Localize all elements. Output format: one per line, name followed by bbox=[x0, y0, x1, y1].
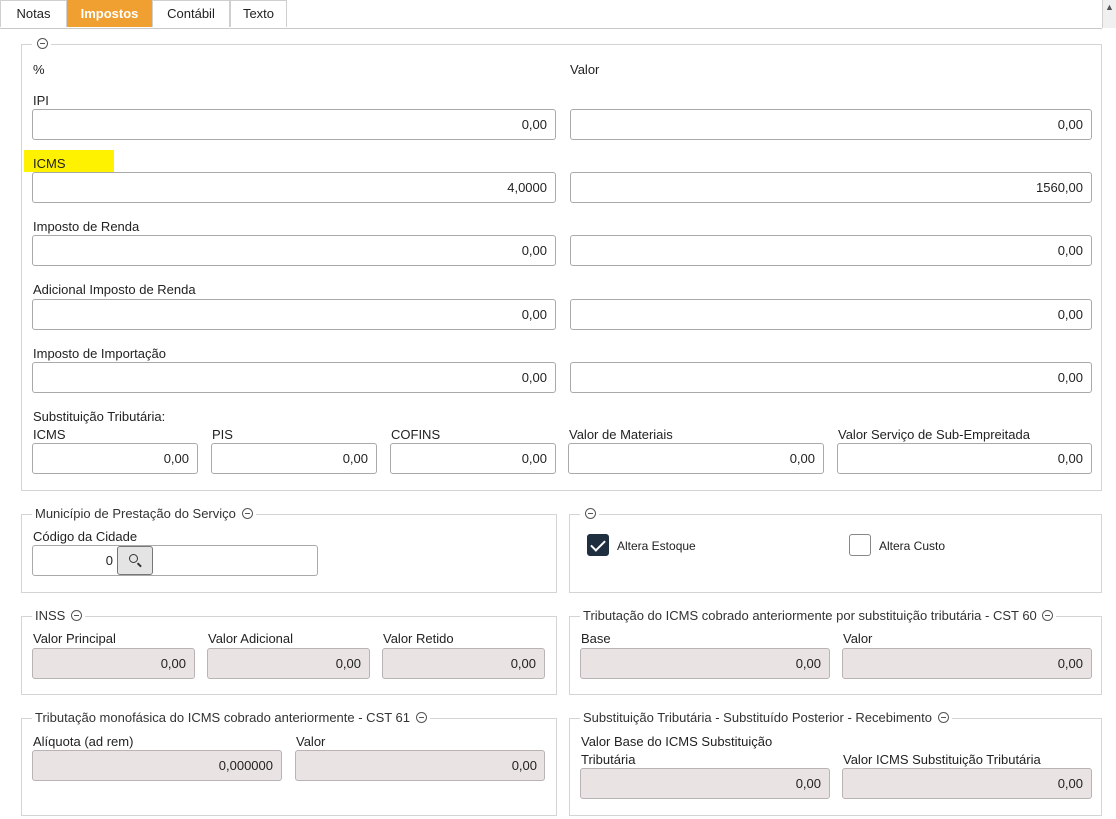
collapse-icon[interactable] bbox=[1042, 610, 1054, 621]
inss-principal-label: Valor Principal bbox=[33, 631, 116, 646]
inss-retido-field: 0,00 bbox=[382, 648, 545, 679]
cst61-legend: Tributação monofásica do ICMS cobrado an… bbox=[32, 709, 430, 727]
subst-icms-field[interactable]: 0,00 bbox=[32, 443, 198, 474]
inss-title: INSS bbox=[35, 608, 66, 623]
altera-custo-label: Altera Custo bbox=[879, 539, 946, 553]
subst-subempreitada-field[interactable]: 0,00 bbox=[837, 443, 1092, 474]
search-icon bbox=[129, 554, 138, 563]
subst-materiais-field[interactable]: 0,00 bbox=[568, 443, 824, 474]
inss-principal-field: 0,00 bbox=[32, 648, 195, 679]
impostos-legend bbox=[32, 35, 51, 53]
col-percent-header: % bbox=[33, 62, 45, 77]
cst61-title: Tributação monofásica do ICMS cobrado an… bbox=[35, 710, 411, 725]
altera-custo-checkbox[interactable] bbox=[849, 534, 871, 556]
municipio-title: Município de Prestação do Serviço bbox=[35, 506, 236, 521]
tab-notas[interactable]: Notas bbox=[0, 0, 67, 27]
codigo-cidade-input[interactable]: 0 bbox=[33, 546, 113, 575]
ii-valor-field[interactable]: 0,00 bbox=[570, 362, 1092, 393]
collapse-icon[interactable] bbox=[415, 712, 427, 723]
st-receb-base-field: 0,00 bbox=[580, 768, 830, 799]
altera-estoque-checkbox[interactable] bbox=[587, 534, 609, 556]
collapse-icon[interactable] bbox=[585, 508, 596, 519]
cst61-valor-label: Valor bbox=[296, 734, 326, 749]
subst-pis-label: PIS bbox=[212, 427, 233, 442]
inss-adicional-field: 0,00 bbox=[207, 648, 370, 679]
subst-title: Substituição Tributária: bbox=[33, 409, 166, 424]
adicional-ir-valor-field[interactable]: 0,00 bbox=[570, 299, 1092, 330]
cst61-aliquota-field: 0,000000 bbox=[32, 750, 282, 781]
tab-contabil[interactable]: Contábil bbox=[152, 0, 230, 27]
cst61-valor-value: 0,00 bbox=[511, 758, 537, 773]
tab-texto[interactable]: Texto bbox=[230, 0, 287, 27]
ii-label: Imposto de Importação bbox=[33, 346, 166, 361]
subst-cofins-field[interactable]: 0,00 bbox=[390, 443, 556, 474]
ir-valor-field[interactable]: 0,00 bbox=[570, 235, 1092, 266]
scroll-up-button[interactable]: ▲ bbox=[1102, 0, 1116, 28]
tab-bar: Notas Impostos Contábil Texto bbox=[0, 0, 1102, 29]
codigo-cidade-label: Código da Cidade bbox=[33, 529, 138, 544]
flags-legend bbox=[580, 505, 599, 523]
inss-adicional-label: Valor Adicional bbox=[208, 631, 294, 646]
icms-percent-field[interactable]: 4,0000 bbox=[32, 172, 556, 203]
collapse-icon[interactable] bbox=[70, 610, 82, 621]
ipi-label: IPI bbox=[33, 93, 49, 108]
cst61-aliquota-label: Alíquota (ad rem) bbox=[33, 734, 134, 749]
cst60-title: Tributação do ICMS cobrado anteriormente… bbox=[583, 608, 1037, 623]
codigo-cidade-container: 0 bbox=[32, 545, 318, 576]
inss-legend: INSS bbox=[32, 607, 85, 625]
st-receb-valor-field: 0,00 bbox=[842, 768, 1092, 799]
municipio-legend: Município de Prestação do Serviço bbox=[32, 505, 256, 523]
icms-valor-field[interactable]: 1560,00 bbox=[570, 172, 1092, 203]
st-receb-valor-label: Valor ICMS Substituição Tributária bbox=[843, 752, 1041, 767]
search-button[interactable] bbox=[117, 546, 153, 575]
ii-percent-field[interactable]: 0,00 bbox=[32, 362, 556, 393]
subst-icms-label: ICMS bbox=[33, 427, 66, 442]
cst60-valor-field: 0,00 bbox=[842, 648, 1092, 679]
altera-estoque-label: Altera Estoque bbox=[617, 539, 696, 553]
ir-percent-field[interactable]: 0,00 bbox=[32, 235, 556, 266]
ipi-valor-field[interactable]: 0,00 bbox=[570, 109, 1092, 140]
adicional-ir-label: Adicional Imposto de Renda bbox=[33, 282, 196, 297]
subst-materiais-label: Valor de Materiais bbox=[569, 427, 673, 442]
st-receb-base-label-line1: Valor Base do ICMS Substituição bbox=[581, 734, 773, 749]
subst-pis-field[interactable]: 0,00 bbox=[211, 443, 377, 474]
icms-label: ICMS bbox=[33, 156, 66, 171]
ir-label: Imposto de Renda bbox=[33, 219, 140, 234]
cst60-base-label: Base bbox=[581, 631, 611, 646]
cst60-base-field: 0,00 bbox=[580, 648, 830, 679]
cst60-valor-label: Valor bbox=[843, 631, 873, 646]
col-valor-header: Valor bbox=[570, 62, 600, 77]
tab-impostos[interactable]: Impostos bbox=[67, 0, 152, 27]
inss-retido-label: Valor Retido bbox=[383, 631, 454, 646]
collapse-icon[interactable] bbox=[937, 712, 949, 723]
collapse-icon[interactable] bbox=[37, 38, 48, 49]
subst-subempreitada-label: Valor Serviço de Sub-Empreitada bbox=[838, 427, 1030, 442]
st-receb-title: Substituição Tributária - Substituído Po… bbox=[583, 710, 933, 725]
adicional-ir-percent-field[interactable]: 0,00 bbox=[32, 299, 556, 330]
st-receb-legend: Substituição Tributária - Substituído Po… bbox=[580, 709, 952, 727]
subst-cofins-label: COFINS bbox=[391, 427, 441, 442]
chevron-up-icon: ▲ bbox=[1105, 2, 1114, 12]
collapse-icon[interactable] bbox=[241, 508, 253, 519]
ipi-percent-field[interactable]: 0,00 bbox=[32, 109, 556, 140]
st-receb-base-label-line2: Tributária bbox=[581, 752, 636, 767]
cst60-legend: Tributação do ICMS cobrado anteriormente… bbox=[580, 607, 1057, 625]
